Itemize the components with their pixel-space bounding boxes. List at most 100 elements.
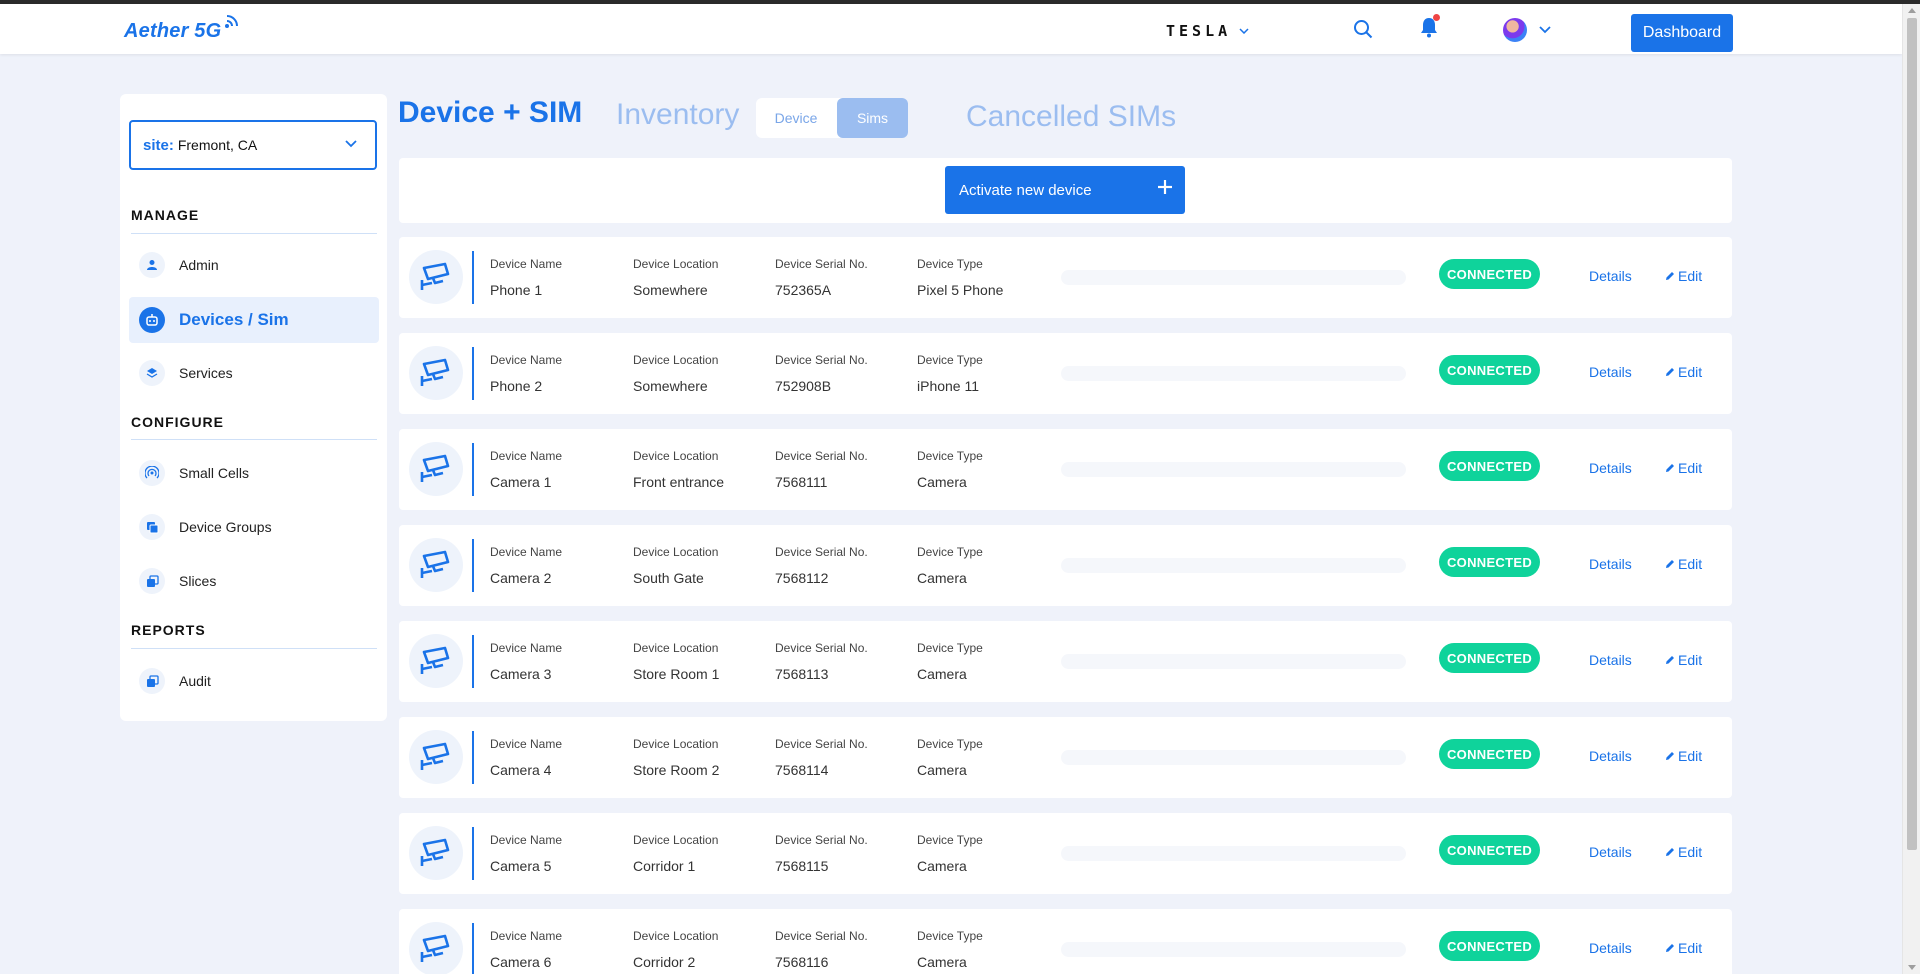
usage-bar (1061, 846, 1406, 861)
sidebar-item-services[interactable]: Services (129, 350, 379, 396)
dashboard-button[interactable]: Dashboard (1631, 14, 1733, 52)
edit-label: Edit (1678, 652, 1703, 668)
edit-link[interactable]: Edit (1665, 364, 1702, 380)
layers-icon (139, 360, 165, 386)
usage-bar (1061, 462, 1406, 477)
device-serial-label: Device Serial No. (775, 449, 868, 463)
edit-link[interactable]: Edit (1665, 844, 1702, 860)
security-camera-icon (420, 934, 450, 962)
device-type-value: Camera (917, 858, 967, 874)
organization-selector[interactable]: TESLA (1166, 22, 1249, 40)
stack-icon (139, 668, 165, 694)
sidebar-item-label: Audit (179, 673, 211, 689)
security-camera-icon (420, 646, 450, 674)
details-link[interactable]: Details (1589, 940, 1632, 956)
details-link[interactable]: Details (1589, 844, 1632, 860)
copy-icon (139, 514, 165, 540)
device-serial-field: Device Serial No. 7568111 (775, 449, 868, 490)
sidebar-item-audit[interactable]: Audit (129, 658, 379, 704)
device-type-label: Device Type (917, 929, 983, 943)
device-serial-label: Device Serial No. (775, 257, 868, 271)
device-location-field: Device Location Store Room 2 (633, 737, 719, 778)
device-location-field: Device Location Store Room 1 (633, 641, 719, 682)
device-name-label: Device Name (490, 641, 563, 655)
inventory-toggle: Device Sims (756, 98, 908, 138)
device-location-label: Device Location (633, 353, 719, 367)
device-location-field: Device Location Corridor 2 (633, 929, 718, 970)
status-badge: CONNECTED (1439, 739, 1540, 769)
device-avatar (409, 730, 463, 784)
details-link[interactable]: Details (1589, 268, 1632, 284)
edit-link[interactable]: Edit (1665, 460, 1702, 476)
page-scrollbar[interactable] (1902, 4, 1920, 974)
edit-link[interactable]: Edit (1665, 940, 1702, 956)
device-row: Device Name Phone 2 Device Location Some… (399, 333, 1732, 414)
sidebar-item-small-cells[interactable]: Small Cells (129, 450, 379, 496)
edit-link[interactable]: Edit (1665, 748, 1702, 764)
device-name-value: Phone 2 (490, 378, 543, 394)
device-type-field: Device Type Camera (917, 929, 983, 970)
pencil-icon (1666, 464, 1674, 472)
activate-label: Activate new device (959, 181, 1092, 199)
edit-link[interactable]: Edit (1665, 652, 1702, 668)
usage-bar (1061, 654, 1406, 669)
details-link[interactable]: Details (1589, 748, 1632, 764)
device-row: Device Name Camera 4 Device Location Sto… (399, 717, 1732, 798)
site-label: site: (143, 136, 174, 154)
toggle-sims[interactable]: Sims (837, 98, 908, 138)
chevron-down-icon (1539, 26, 1551, 34)
security-camera-icon (420, 550, 450, 578)
site-selector[interactable]: site: Fremont, CA (129, 120, 377, 170)
tab-inventory[interactable]: Inventory (616, 98, 739, 132)
device-name-field: Device Name Camera 4 (490, 737, 562, 778)
details-link[interactable]: Details (1589, 652, 1632, 668)
device-avatar (409, 250, 463, 304)
device-row: Device Name Camera 6 Device Location Cor… (399, 909, 1732, 974)
organization-name: TESLA (1166, 22, 1232, 40)
tab-cancelled-sims[interactable]: Cancelled SIMs (966, 100, 1176, 134)
user-menu[interactable] (1500, 17, 1554, 43)
device-location-value: Somewhere (633, 378, 708, 394)
device-row: Device Name Camera 3 Device Location Sto… (399, 621, 1732, 702)
device-name-label: Device Name (490, 929, 563, 943)
search-button[interactable] (1352, 18, 1374, 40)
plus-icon (1158, 180, 1172, 194)
device-serial-field: Device Serial No. 7568114 (775, 737, 868, 778)
device-avatar (409, 538, 463, 592)
device-serial-value: 752908B (775, 378, 832, 394)
device-type-field: Device Type Camera (917, 641, 983, 682)
device-location-label: Device Location (633, 737, 719, 751)
toggle-device[interactable]: Device (756, 98, 836, 138)
section-title-manage: MANAGE (131, 207, 200, 223)
scroll-down-arrow-icon[interactable] (1908, 965, 1916, 970)
device-serial-label: Device Serial No. (775, 833, 868, 847)
sidebar-item-devices-sim[interactable]: Devices / Sim (129, 297, 379, 343)
scroll-up-arrow-icon[interactable] (1908, 8, 1916, 13)
sidebar-item-slices[interactable]: Slices (129, 558, 379, 604)
app-logo[interactable]: Aether 5G (124, 15, 239, 43)
section-divider (131, 648, 377, 649)
details-link[interactable]: Details (1589, 364, 1632, 380)
device-type-field: Device Type Camera (917, 449, 983, 490)
device-location-label: Device Location (633, 449, 719, 463)
chevron-down-icon (1239, 28, 1249, 34)
edit-label: Edit (1678, 364, 1703, 380)
sidebar-item-label: Small Cells (179, 465, 250, 481)
device-type-label: Device Type (917, 449, 983, 463)
device-avatar (409, 634, 463, 688)
activate-new-device-button[interactable]: Activate new device (945, 166, 1185, 214)
edit-label: Edit (1678, 748, 1703, 764)
sidebar-item-device-groups[interactable]: Device Groups (129, 504, 379, 550)
stack-icon (139, 568, 165, 594)
device-location-label: Device Location (633, 257, 719, 271)
edit-link[interactable]: Edit (1665, 268, 1702, 284)
notifications-button[interactable] (1418, 14, 1440, 40)
sidebar-item-admin[interactable]: Admin (129, 242, 379, 288)
row-divider (472, 635, 474, 688)
details-link[interactable]: Details (1589, 556, 1632, 572)
notification-dot (1433, 14, 1440, 21)
scrollbar-thumb[interactable] (1907, 18, 1917, 850)
details-link[interactable]: Details (1589, 460, 1632, 476)
usage-bar (1061, 558, 1406, 573)
edit-link[interactable]: Edit (1665, 556, 1702, 572)
